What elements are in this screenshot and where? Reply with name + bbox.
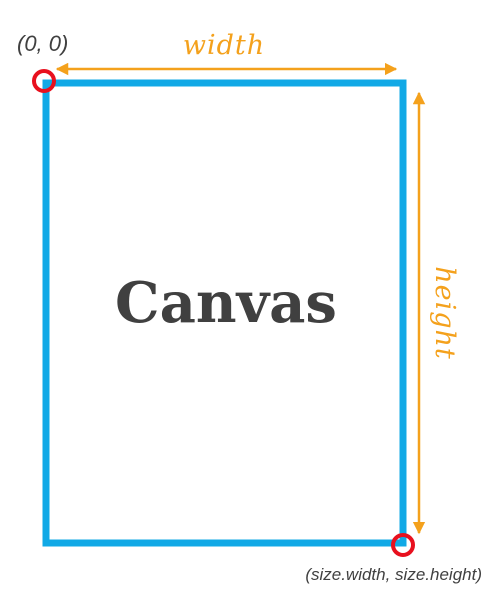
- width-label: width: [183, 30, 265, 61]
- origin-label: (0, 0): [17, 31, 68, 56]
- corner-label: (size.width, size.height): [305, 565, 482, 584]
- canvas-coordinate-diagram: (0, 0) width height Canvas (size.width, …: [17, 30, 482, 584]
- canvas-title: Canvas: [115, 270, 337, 336]
- height-label: height: [429, 266, 460, 360]
